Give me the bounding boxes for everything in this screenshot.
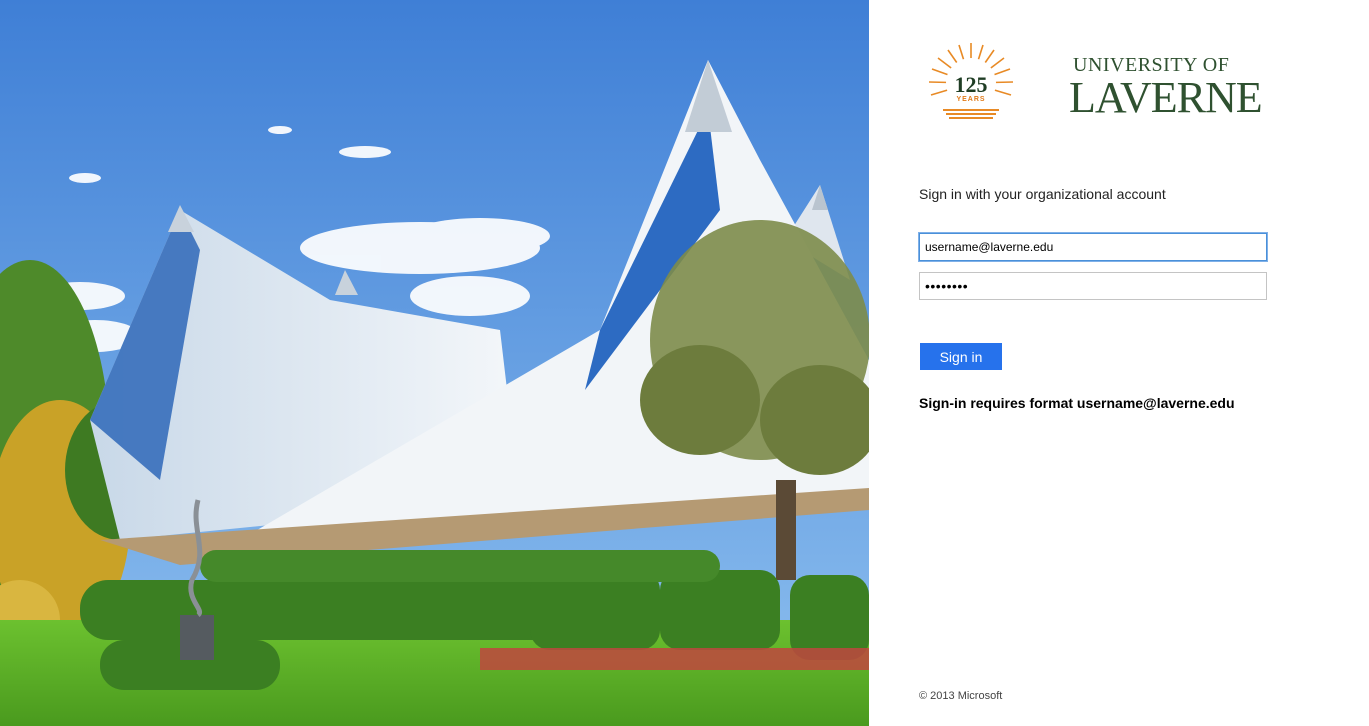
logo-laverne-text: LAVERNE (1069, 73, 1263, 122)
university-logo: 125 YEARS UNIVERSITY OF LAVERNE (921, 38, 1263, 128)
campus-tent-illustration (0, 0, 869, 726)
anniversary-label: YEARS (956, 96, 986, 103)
username-input[interactable] (919, 233, 1267, 261)
password-input[interactable] (919, 272, 1267, 300)
anniversary-number: 125 (954, 72, 988, 97)
sign-in-panel: 125 YEARS UNIVERSITY OF LAVERNE Sign in … (869, 0, 1369, 726)
sign-in-button[interactable]: Sign in (920, 343, 1002, 370)
sign-in-format-notice: Sign-in requires format username@laverne… (919, 395, 1235, 411)
campus-illustration (0, 0, 869, 726)
copyright-text: © 2013 Microsoft (919, 690, 1003, 702)
sign-in-heading: Sign in with your organizational account (919, 186, 1166, 202)
